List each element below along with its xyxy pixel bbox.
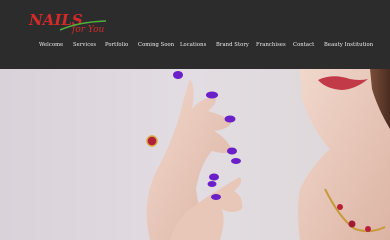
nav-beauty-institution[interactable]: Beauty Institution <box>324 42 373 48</box>
nail-3 <box>224 115 236 123</box>
necklace-gem-3 <box>365 226 371 232</box>
main-nav: Welcome Services Portfolio Coming Soon L… <box>0 42 390 52</box>
nail-7 <box>207 181 217 187</box>
nav-contact[interactable]: Contact <box>293 42 314 48</box>
logo-script-text: for You <box>71 25 104 35</box>
necklace-gem-1 <box>337 204 343 210</box>
nail-6 <box>209 173 219 181</box>
site-header: NAILS for You Welcome Services Portfolio… <box>0 0 390 69</box>
nav-services[interactable]: Services <box>73 42 96 48</box>
necklace-gem-2 <box>348 220 356 228</box>
brand-logo[interactable]: NAILS for You <box>28 8 118 36</box>
nav-franchises[interactable]: Franchises <box>256 42 286 48</box>
nav-portfolio[interactable]: Portfolio <box>105 42 128 48</box>
nav-welcome[interactable]: Welcome <box>39 42 63 48</box>
nail-4 <box>227 147 237 155</box>
logo-graphic: NAILS for You <box>28 11 107 35</box>
nail-1 <box>173 71 183 79</box>
nail-5 <box>231 158 241 164</box>
nav-coming-soon[interactable]: Coming Soon <box>138 42 174 48</box>
hero-image <box>146 69 390 240</box>
nav-locations[interactable]: Locations <box>180 42 206 48</box>
nav-brand-story[interactable]: Brand Story <box>216 42 249 48</box>
hero-banner <box>0 69 390 240</box>
nail-2 <box>206 91 218 99</box>
ring-jewel <box>146 135 158 147</box>
nail-8 <box>211 194 221 200</box>
